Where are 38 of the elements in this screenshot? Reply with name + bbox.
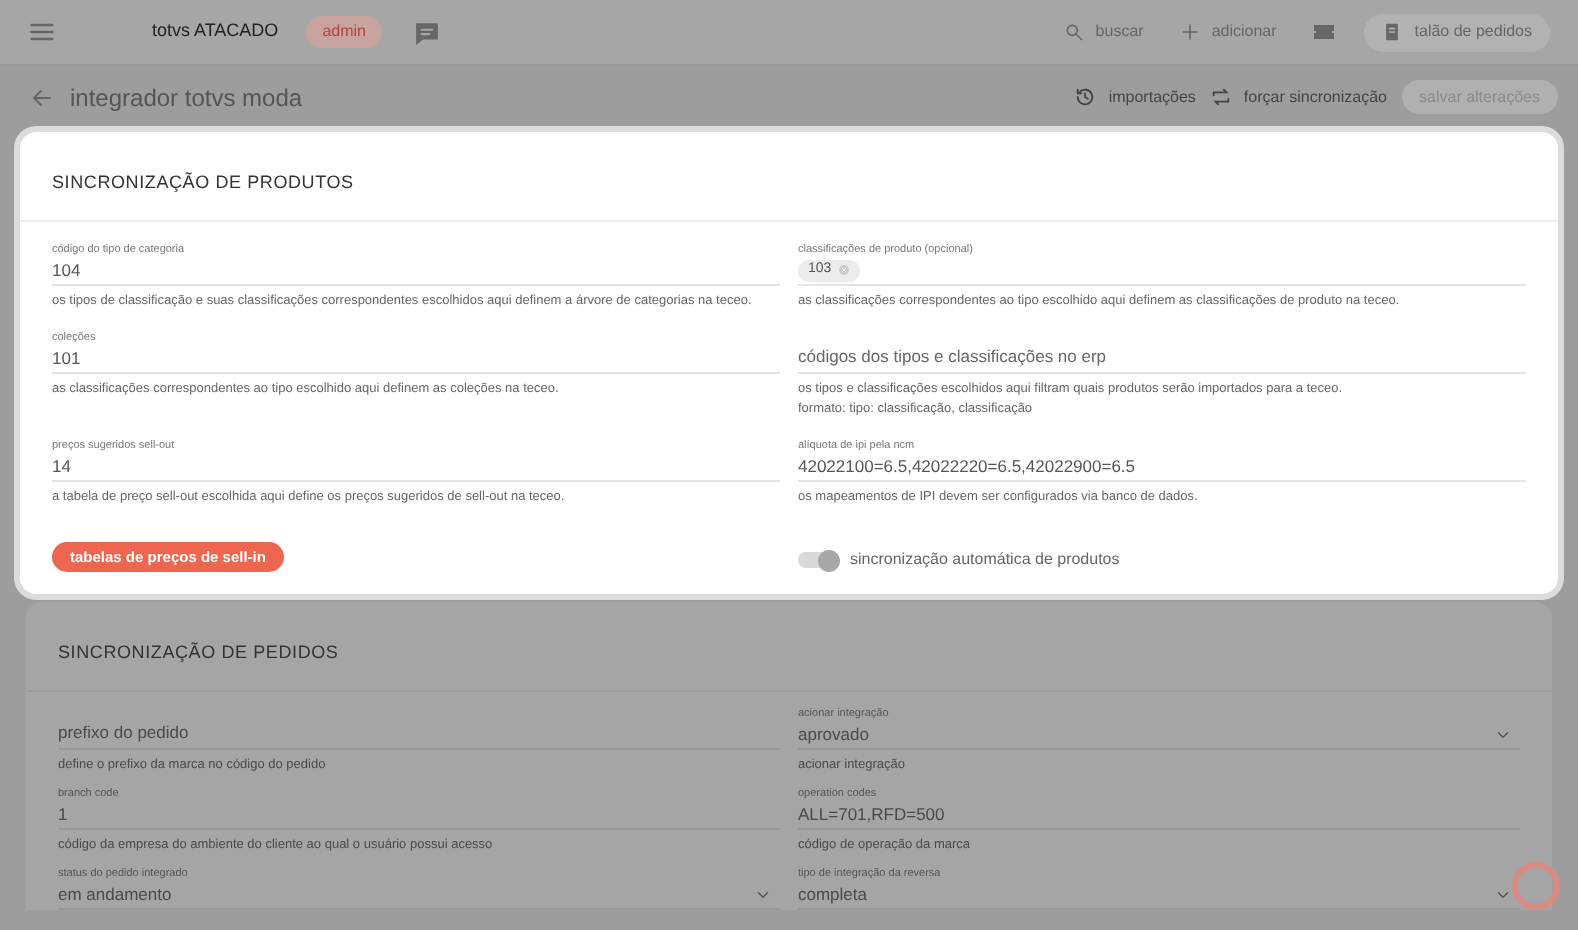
role-badge: admin	[306, 16, 382, 48]
field-value: 42022100=6.5,42022220=6.5,42022900=6.5	[798, 454, 1136, 480]
field-value: ALL=701,RFD=500	[798, 802, 945, 828]
sync-button[interactable]: forçar sincronização	[1209, 85, 1388, 109]
chat-button[interactable]	[413, 19, 440, 45]
plus-icon	[1179, 22, 1200, 42]
field-placeholder: prefixo do pedido	[58, 720, 189, 746]
input-field[interactable]: prefixo do pedido	[58, 706, 780, 750]
menu-button[interactable]	[28, 18, 56, 46]
search-icon	[1063, 22, 1084, 42]
ticket-button[interactable]	[1312, 20, 1337, 44]
back-button[interactable]	[30, 85, 54, 109]
field-value: 1	[58, 802, 68, 828]
menu-icon	[28, 18, 56, 46]
input-field[interactable]: códigos dos tipos e classificações no erp	[798, 330, 1526, 374]
history-icon	[1074, 86, 1097, 108]
orders-button[interactable]: talão de pedidos	[1364, 13, 1550, 51]
search-button[interactable]: buscar	[1063, 20, 1144, 44]
section-title: SINCRONIZAÇÃO DE PRODUTOS	[52, 172, 354, 192]
field-value: 101	[52, 346, 81, 372]
chat-icon	[413, 19, 440, 45]
close-icon	[837, 264, 850, 276]
field-value: 104	[52, 258, 81, 284]
field-value: completa	[798, 882, 867, 908]
back-arrow-icon	[30, 85, 54, 109]
ticket-icon	[1312, 20, 1337, 44]
brand-name: totvs ATACADO	[152, 18, 279, 45]
toggle-label: sincronização automática de produtos	[850, 548, 1120, 572]
field-value: aprovado	[798, 722, 869, 748]
section-title: SINCRONIZAÇÃO DE PEDIDOS	[58, 642, 339, 662]
notepad-icon	[1382, 22, 1403, 42]
add-button[interactable]: adicionar	[1179, 20, 1277, 44]
field-value: 14	[52, 454, 71, 480]
field-value: em andamento	[58, 882, 172, 908]
page-title: integrador totvs moda	[70, 81, 303, 115]
imports-button[interactable]: importações	[1074, 85, 1196, 109]
sync-arrows-icon	[1209, 86, 1232, 108]
field-placeholder: códigos dos tipos e classificações no erp	[798, 344, 1107, 370]
